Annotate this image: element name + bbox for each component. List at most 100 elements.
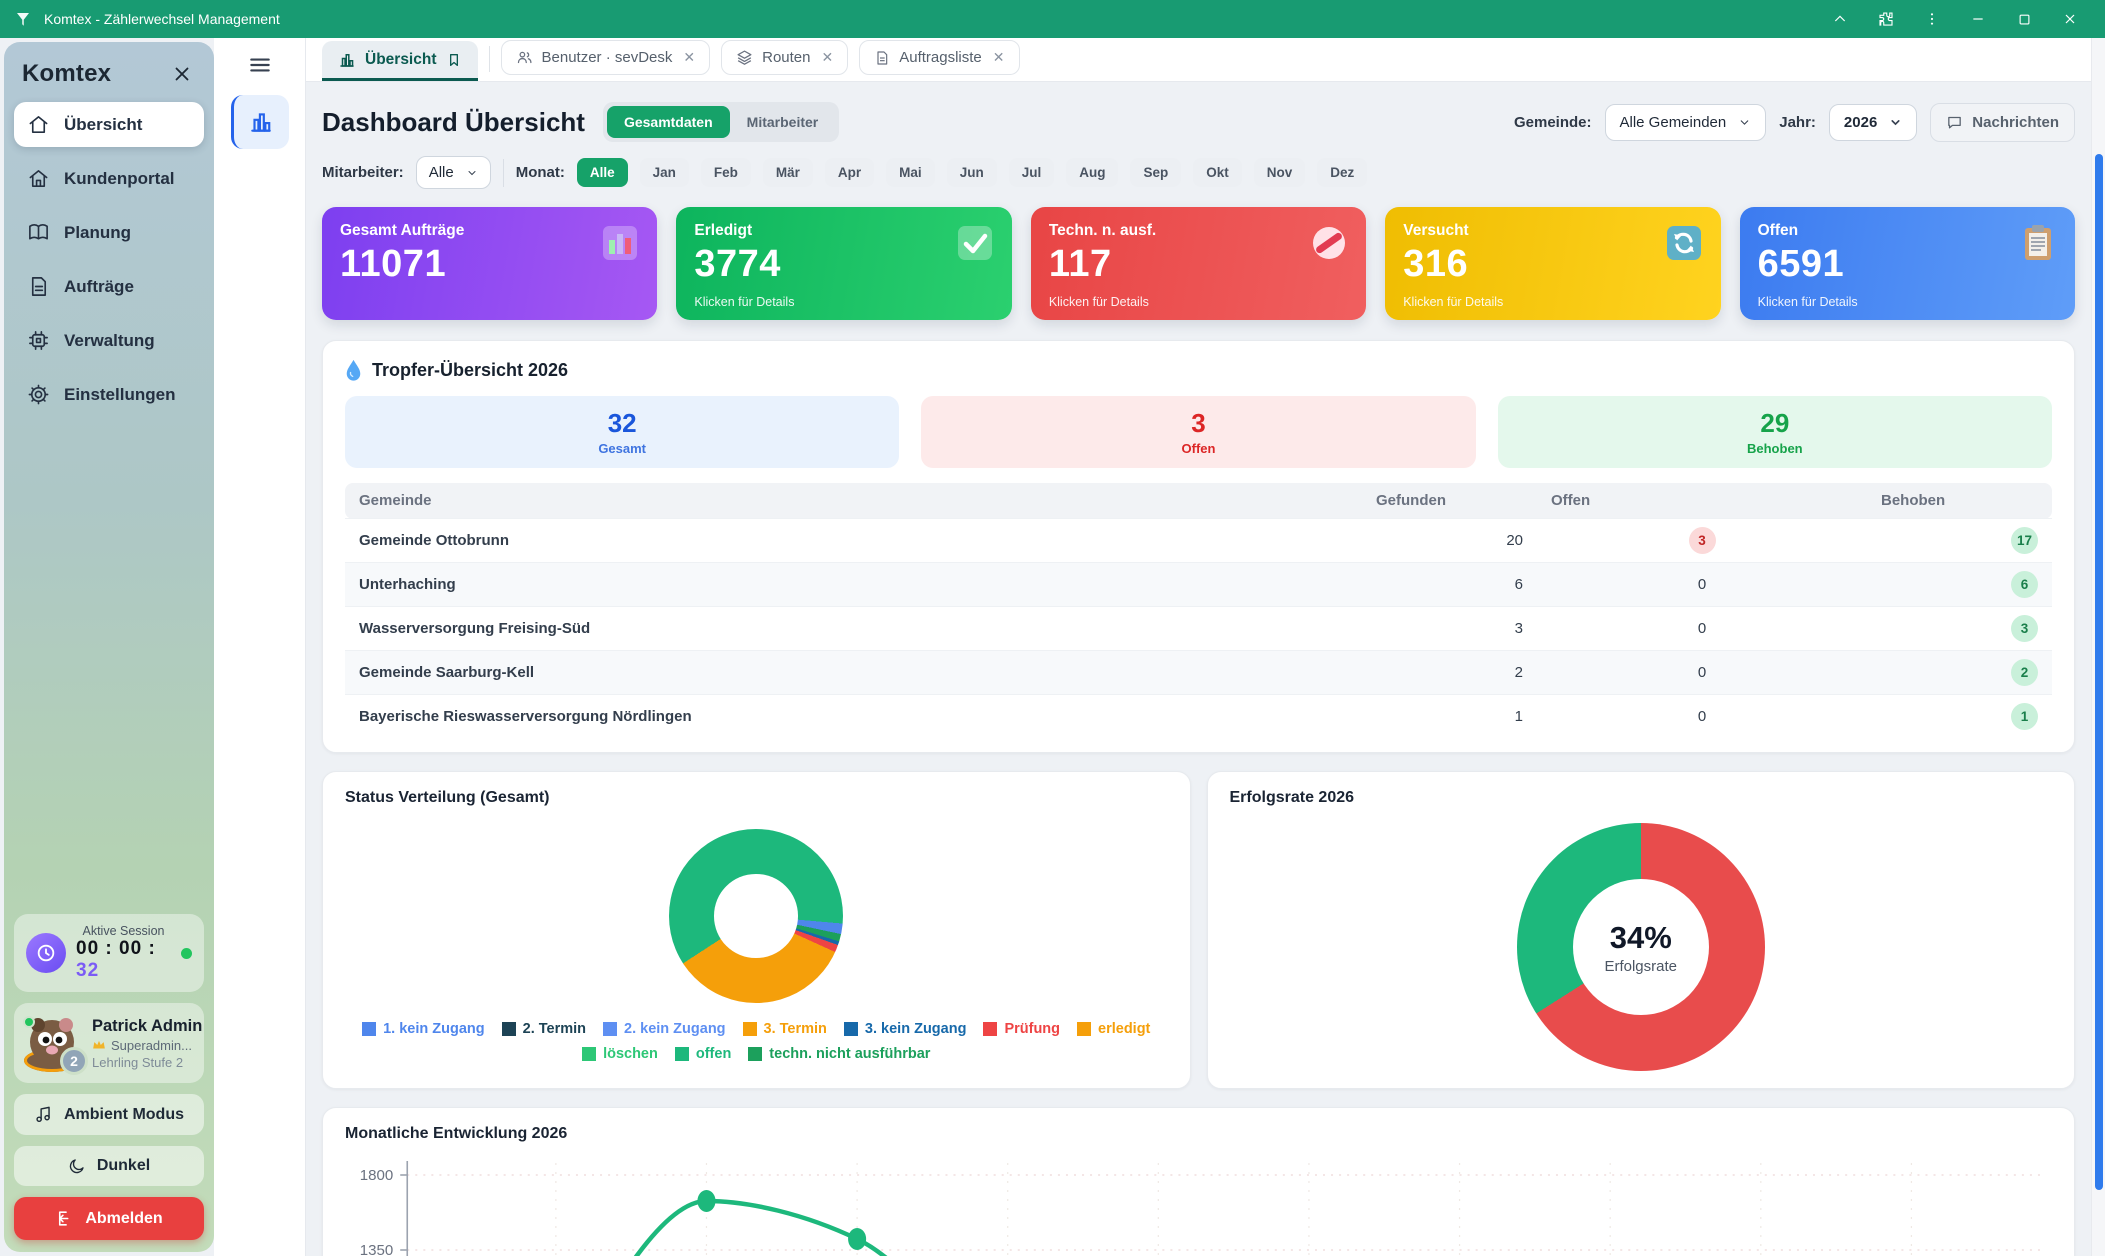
tab-uebersicht[interactable]: Übersicht: [322, 41, 478, 81]
hamburger-menu-icon[interactable]: [246, 51, 274, 79]
sidebar-close-icon[interactable]: [168, 60, 196, 88]
user-level: Lehrling Stufe 2: [92, 1055, 202, 1070]
line-chart[interactable]: 1800 1350: [345, 1153, 2052, 1256]
kebab-menu-icon[interactable]: [1909, 0, 1955, 38]
music-note-icon: [34, 1105, 53, 1124]
behoben-badge: 17: [2011, 527, 2038, 554]
legend-item[interactable]: löschen: [582, 1046, 658, 1062]
stat-card-offen[interactable]: Offen 6591 Klicken für Details: [1740, 207, 2075, 320]
legend-item[interactable]: 1. kein Zugang: [362, 1021, 485, 1037]
tab-benutzer-sevdesk[interactable]: Benutzer · sevDesk ✕: [501, 40, 711, 75]
month-pill-nov[interactable]: Nov: [1254, 158, 1306, 187]
moon-icon: [68, 1157, 86, 1175]
month-pill-jan[interactable]: Jan: [640, 158, 689, 187]
tropfer-title: Tropfer-Übersicht 2026: [372, 360, 568, 381]
chevron-down-icon: [466, 167, 478, 179]
stat-cards: Gesamt Aufträge 11071 Erledigt 3774 Klic…: [322, 207, 2075, 320]
sidebar-item-label: Aufträge: [64, 277, 134, 297]
table-row[interactable]: Bayerische Rieswasserversorgung Nördling…: [345, 695, 2052, 739]
status-donut-chart[interactable]: [669, 829, 843, 1003]
mitarbeiter-dropdown[interactable]: Alle: [416, 156, 491, 189]
chevron-down-icon: [1738, 116, 1751, 129]
stat-card-versucht[interactable]: Versucht 316 Klicken für Details: [1385, 207, 1720, 320]
sidebar-item-kundenportal[interactable]: Kundenportal: [14, 156, 204, 201]
user-info: Patrick Admin Superadmin... Lehrling Stu…: [92, 1017, 202, 1070]
home-icon: [27, 167, 50, 190]
maximize-button[interactable]: [2001, 0, 2047, 38]
month-pill-mar[interactable]: Mär: [763, 158, 813, 187]
gemeinde-dropdown[interactable]: Alle Gemeinden: [1605, 104, 1767, 141]
close-button[interactable]: [2047, 0, 2093, 38]
extensions-icon[interactable]: [1863, 0, 1909, 38]
user-profile-card[interactable]: 2 Patrick Admin Superadmin... Lehrling S…: [14, 1003, 204, 1083]
data-point[interactable]: [697, 1190, 715, 1212]
legend-item[interactable]: offen: [675, 1046, 731, 1062]
sidebar-item-einstellungen[interactable]: Einstellungen: [14, 372, 204, 417]
donut-hole: 34% Erfolgsrate: [1573, 879, 1709, 1015]
sidebar-item-label: Einstellungen: [64, 385, 175, 405]
erfolgsrate-title: Erfolgsrate 2026: [1230, 789, 2053, 807]
month-pill-apr[interactable]: Apr: [825, 158, 874, 187]
legend-item[interactable]: 2. Termin: [502, 1021, 586, 1037]
legend-item[interactable]: techn. nicht ausführbar: [748, 1046, 930, 1062]
table-row[interactable]: Wasserversorgung Freising-Süd 3 0 3: [345, 607, 2052, 651]
summary-gesamt: 32 Gesamt: [345, 396, 899, 468]
data-point[interactable]: [848, 1228, 866, 1250]
month-pill-aug[interactable]: Aug: [1066, 158, 1118, 187]
jahr-select[interactable]: 2026: [1829, 104, 1917, 141]
bookmark-icon[interactable]: [446, 52, 462, 68]
titlebar-controls: [1817, 0, 2093, 38]
document-icon: [27, 275, 50, 298]
tab-close-icon[interactable]: ✕: [683, 49, 695, 66]
month-pill-okt[interactable]: Okt: [1193, 158, 1242, 187]
sidebar-item-verwaltung[interactable]: Verwaltung: [14, 318, 204, 363]
sidebar-item-label: Übersicht: [64, 115, 142, 135]
toggle-gesamtdaten[interactable]: Gesamtdaten: [607, 106, 730, 138]
month-pill-jul[interactable]: Jul: [1009, 158, 1055, 187]
legend-item[interactable]: 2. kein Zugang: [603, 1021, 726, 1037]
vertical-scrollbar[interactable]: [2091, 38, 2105, 1256]
tab-separator: [489, 46, 490, 72]
logout-button[interactable]: Abmelden: [14, 1197, 204, 1240]
month-pill-alle[interactable]: Alle: [577, 158, 628, 187]
legend-item[interactable]: erledigt: [1077, 1021, 1150, 1037]
rail-dashboard-icon[interactable]: [231, 95, 289, 149]
month-pill-jun[interactable]: Jun: [947, 158, 997, 187]
level-badge: 2: [60, 1047, 88, 1075]
legend-item[interactable]: 3. Termin: [743, 1021, 827, 1037]
table-row[interactable]: Gemeinde Ottobrunn 20 3 17: [345, 519, 2052, 563]
nachrichten-button[interactable]: Nachrichten: [1930, 103, 2075, 142]
sidebar-item-uebersicht[interactable]: Übersicht: [14, 102, 204, 147]
chevron-up-icon[interactable]: [1817, 0, 1863, 38]
stat-card-techn-n-ausf[interactable]: Techn. n. ausf. 117 Klicken für Details: [1031, 207, 1366, 320]
sidebar-item-auftraege[interactable]: Aufträge: [14, 264, 204, 309]
legend-item[interactable]: 3. kein Zugang: [844, 1021, 967, 1037]
col-offen: Offen: [1537, 483, 1867, 519]
dark-mode-button[interactable]: Dunkel: [14, 1146, 204, 1186]
month-pill-mai[interactable]: Mai: [886, 158, 935, 187]
toggle-mitarbeiter[interactable]: Mitarbeiter: [730, 106, 836, 138]
scrollbar-thumb[interactable]: [2095, 154, 2103, 1190]
behoben-badge: 3: [2011, 615, 2038, 642]
tab-auftragsliste[interactable]: Auftragsliste ✕: [859, 40, 1019, 75]
stat-card-erledigt[interactable]: Erledigt 3774 Klicken für Details: [676, 207, 1011, 320]
sidebar-item-planung[interactable]: Planung: [14, 210, 204, 255]
table-row[interactable]: Gemeinde Saarburg-Kell 2 0 2: [345, 651, 2052, 695]
table-row[interactable]: Unterhaching 6 0 6: [345, 563, 2052, 607]
month-pill-sep[interactable]: Sep: [1130, 158, 1181, 187]
minimize-button[interactable]: [1955, 0, 2001, 38]
legend-item[interactable]: Prüfung: [983, 1021, 1060, 1037]
session-info: Aktive Session 00 : 00 : 32: [76, 924, 171, 982]
month-pill-feb[interactable]: Feb: [701, 158, 751, 187]
tab-close-icon[interactable]: ✕: [993, 49, 1005, 66]
ambient-mode-button[interactable]: Ambient Modus: [14, 1094, 204, 1135]
legend-swatch: [502, 1022, 516, 1036]
tab-close-icon[interactable]: ✕: [822, 49, 834, 66]
month-pill-dez[interactable]: Dez: [1317, 158, 1367, 187]
tab-routen[interactable]: Routen ✕: [721, 40, 848, 75]
erfolgsrate-donut-chart[interactable]: 34% Erfolgsrate: [1517, 823, 1765, 1071]
monthly-chart-title: Monatliche Entwicklung 2026: [345, 1125, 2052, 1143]
stat-card-gesamt-auftraege[interactable]: Gesamt Aufträge 11071: [322, 207, 657, 320]
layers-icon: [736, 49, 753, 66]
bar-chart-icon: [248, 109, 274, 135]
